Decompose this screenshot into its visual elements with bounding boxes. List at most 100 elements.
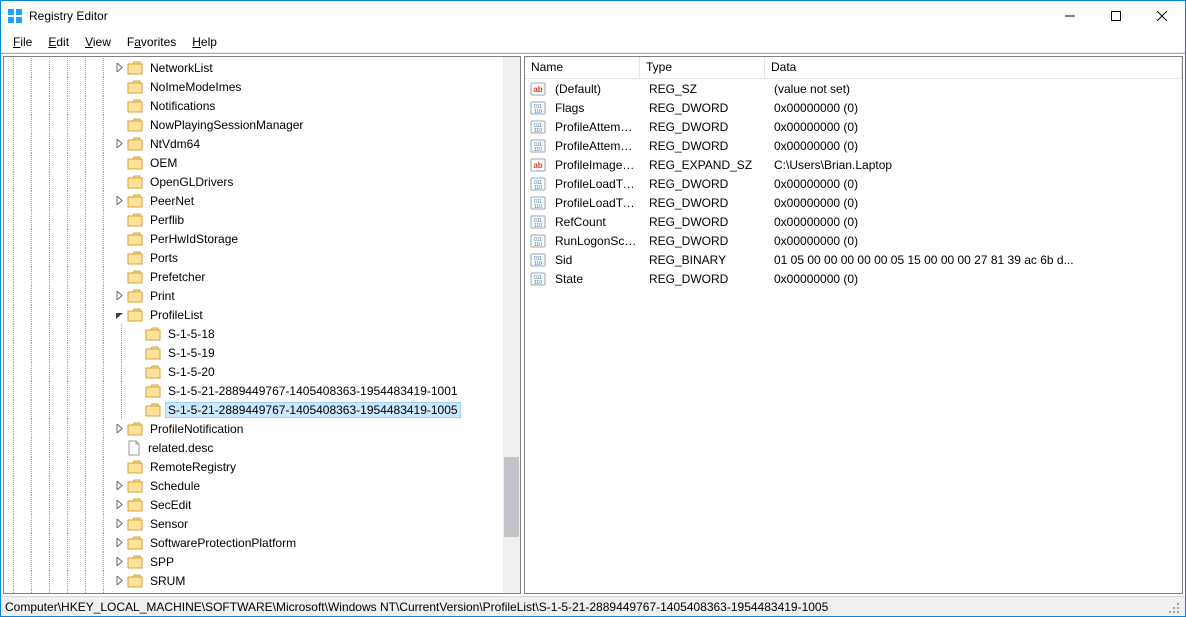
tree-item[interactable]: S-1-5-20 xyxy=(4,362,520,381)
column-name[interactable]: Name xyxy=(525,57,640,78)
tree-item[interactable]: Sensor xyxy=(4,514,520,533)
tree-item-label: Perflib xyxy=(147,212,187,228)
folder-icon xyxy=(127,194,143,208)
expander-none xyxy=(112,459,127,474)
tree-item-label: Superfetch xyxy=(147,592,211,594)
chevron-right-icon[interactable] xyxy=(112,60,127,75)
tree-item[interactable]: related.desc xyxy=(4,438,520,457)
value-row[interactable]: 011110RefCountREG_DWORD0x00000000 (0) xyxy=(525,212,1182,231)
value-row[interactable]: 011110SidREG_BINARY01 05 00 00 00 00 00 … xyxy=(525,250,1182,269)
tree-item[interactable]: Schedule xyxy=(4,476,520,495)
folder-icon xyxy=(127,593,143,594)
tree-scrollbar[interactable] xyxy=(503,57,520,593)
tree-item-label: RemoteRegistry xyxy=(147,459,239,475)
value-data: 0x00000000 (0) xyxy=(768,120,1182,134)
value-row[interactable]: abProfileImagePathREG_EXPAND_SZC:\Users\… xyxy=(525,155,1182,174)
svg-text:110: 110 xyxy=(534,204,542,210)
menu-help[interactable]: Help xyxy=(184,33,225,51)
resize-grip-icon[interactable] xyxy=(1165,599,1181,615)
chevron-right-icon[interactable] xyxy=(112,554,127,569)
value-row[interactable]: 011110ProfileLoadTim...REG_DWORD0x000000… xyxy=(525,193,1182,212)
chevron-right-icon[interactable] xyxy=(112,193,127,208)
column-type[interactable]: Type xyxy=(640,57,765,78)
chevron-right-icon[interactable] xyxy=(112,573,127,588)
value-row[interactable]: ab(Default)REG_SZ(value not set) xyxy=(525,79,1182,98)
folder-icon xyxy=(145,327,161,341)
menu-view[interactable]: View xyxy=(77,33,119,51)
tree-item[interactable]: Perflib xyxy=(4,210,520,229)
tree-item[interactable]: OEM xyxy=(4,153,520,172)
tree-item[interactable]: S-1-5-21-2889449767-1405408363-195448341… xyxy=(4,400,520,419)
registry-tree[interactable]: NetworkList NoImeModeImes NotificationsNow… xyxy=(4,57,520,593)
value-row[interactable]: 011110StateREG_DWORD0x00000000 (0) xyxy=(525,269,1182,288)
binary-value-icon: 011110 xyxy=(530,271,546,287)
chevron-right-icon[interactable] xyxy=(112,288,127,303)
svg-text:ab: ab xyxy=(533,85,542,94)
tree-scrollbar-thumb[interactable] xyxy=(504,457,519,537)
tree-item-label: S-1-5-19 xyxy=(165,345,218,361)
menu-favorites[interactable]: Favorites xyxy=(119,33,184,51)
tree-item[interactable]: Prefetcher xyxy=(4,267,520,286)
chevron-down-icon[interactable] xyxy=(112,307,127,322)
tree-item[interactable]: Ports xyxy=(4,248,520,267)
menu-edit[interactable]: Edit xyxy=(40,33,77,51)
tree-item[interactable]: Print xyxy=(4,286,520,305)
tree-item-label: Notifications xyxy=(147,98,218,114)
value-type: REG_DWORD xyxy=(643,120,768,134)
chevron-right-icon[interactable] xyxy=(112,516,127,531)
value-data: 01 05 00 00 00 00 00 05 15 00 00 00 27 8… xyxy=(768,253,1182,267)
tree-item[interactable]: OpenGLDrivers xyxy=(4,172,520,191)
tree-item[interactable]: S-1-5-21-2889449767-1405408363-195448341… xyxy=(4,381,520,400)
column-data[interactable]: Data xyxy=(765,57,1182,78)
tree-item[interactable]: Superfetch xyxy=(4,590,520,593)
minimize-button[interactable] xyxy=(1047,1,1093,31)
expander-none xyxy=(112,212,127,227)
tree-item[interactable]: SecEdit xyxy=(4,495,520,514)
value-name: ProfileAttempte... xyxy=(549,139,643,153)
value-row[interactable]: 011110ProfileAttempte...REG_DWORD0x00000… xyxy=(525,117,1182,136)
chevron-right-icon[interactable] xyxy=(112,478,127,493)
tree-item[interactable]: SoftwareProtectionPlatform xyxy=(4,533,520,552)
expander-none xyxy=(112,440,127,455)
value-row[interactable]: 011110ProfileLoadTim...REG_DWORD0x000000… xyxy=(525,174,1182,193)
chevron-right-icon[interactable] xyxy=(112,497,127,512)
chevron-right-icon[interactable] xyxy=(112,535,127,550)
folder-icon xyxy=(127,251,143,265)
expander-none xyxy=(112,79,127,94)
tree-item-label: NtVdm64 xyxy=(147,136,203,152)
tree-item-label: PeerNet xyxy=(147,193,197,209)
svg-text:110: 110 xyxy=(534,185,542,191)
value-type: REG_BINARY xyxy=(643,253,768,267)
value-row[interactable]: 011110RunLogonScript...REG_DWORD0x000000… xyxy=(525,231,1182,250)
chevron-right-icon[interactable] xyxy=(112,136,127,151)
expander-none xyxy=(130,326,145,341)
tree-item[interactable]: NoImeModeImes xyxy=(4,77,520,96)
tree-item[interactable]: NetworkList xyxy=(4,58,520,77)
maximize-button[interactable] xyxy=(1093,1,1139,31)
tree-item[interactable]: Notifications xyxy=(4,96,520,115)
tree-item[interactable]: NtVdm64 xyxy=(4,134,520,153)
menu-file[interactable]: File xyxy=(5,33,40,51)
tree-item[interactable]: RemoteRegistry xyxy=(4,457,520,476)
value-data: C:\Users\Brian.Laptop xyxy=(768,158,1182,172)
tree-item[interactable]: ProfileNotification xyxy=(4,419,520,438)
chevron-right-icon[interactable] xyxy=(112,592,127,593)
values-list[interactable]: ab(Default)REG_SZ(value not set)011110Fl… xyxy=(525,79,1182,593)
tree-item[interactable]: SPP xyxy=(4,552,520,571)
tree-item[interactable]: ProfileList xyxy=(4,305,520,324)
tree-item[interactable]: NowPlayingSessionManager xyxy=(4,115,520,134)
tree-item-label: NoImeModeImes xyxy=(147,79,244,95)
tree-item[interactable]: S-1-5-18 xyxy=(4,324,520,343)
value-row[interactable]: 011110ProfileAttempte...REG_DWORD0x00000… xyxy=(525,136,1182,155)
tree-item[interactable]: S-1-5-19 xyxy=(4,343,520,362)
tree-item[interactable]: PerHwIdStorage xyxy=(4,229,520,248)
value-row[interactable]: 011110FlagsREG_DWORD0x00000000 (0) xyxy=(525,98,1182,117)
tree-item[interactable]: SRUM xyxy=(4,571,520,590)
tree-item-label: ProfileList xyxy=(147,307,206,323)
close-button[interactable] xyxy=(1139,1,1185,31)
values-header[interactable]: Name Type Data xyxy=(525,57,1182,79)
chevron-right-icon[interactable] xyxy=(112,421,127,436)
tree-item[interactable]: PeerNet xyxy=(4,191,520,210)
tree-item-label: S-1-5-18 xyxy=(165,326,218,342)
svg-text:110: 110 xyxy=(534,223,542,229)
